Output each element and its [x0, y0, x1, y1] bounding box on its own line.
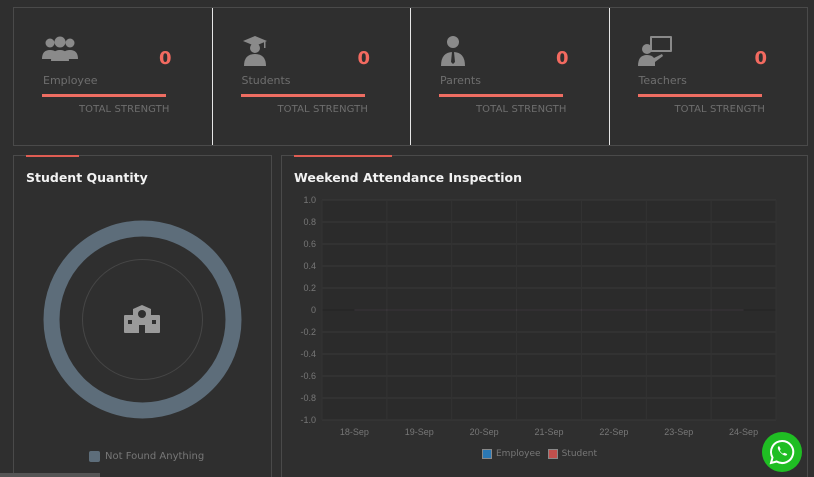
school-icon [124, 305, 160, 333]
stat-subtitle: TOTAL STRENGTH [674, 104, 765, 115]
y-tick-label: -0.4 [300, 349, 316, 359]
donut-legend[interactable]: Not Found Anything [89, 451, 204, 462]
stat-card-students[interactable]: 0 Students TOTAL STRENGTH [213, 8, 411, 145]
x-tick-label: 19-Sep [405, 427, 434, 437]
student-quantity-panel: Student Quantity Not Found Anything [13, 155, 272, 477]
stat-value: 0 [555, 48, 569, 69]
legend-item-student[interactable]: Student [547, 449, 598, 459]
panel-title: Student Quantity [26, 170, 148, 185]
x-tick-label: 22-Sep [599, 427, 628, 437]
users-icon [42, 35, 78, 67]
stat-subtitle: TOTAL STRENGTH [475, 104, 567, 115]
x-tick-label: 24-Sep [729, 427, 758, 437]
whatsapp-button[interactable] [762, 432, 802, 472]
stat-value: 0 [158, 48, 172, 69]
y-tick-label: 1.0 [303, 195, 316, 205]
y-tick-label: 0.4 [303, 261, 316, 271]
stat-label: Employee [43, 74, 98, 87]
y-tick-label: -1.0 [300, 415, 316, 425]
stat-label: Teachers [638, 74, 687, 87]
donut-chart [42, 219, 243, 420]
attendance-chart: 1.0 0.8 0.6 0.4 0.2 0 -0.2 -0.4 -0.6 -0.8 -1.0 18-S… [300, 195, 777, 437]
legend-item-employee[interactable]: Employee [482, 449, 541, 459]
stat-value: 0 [357, 48, 370, 69]
stat-subtitle: TOTAL STRENGTH [78, 104, 170, 115]
stat-card-teachers[interactable]: 0 Teachers TOTAL STRENGTH [610, 8, 808, 145]
scroll-strip [0, 473, 100, 477]
stat-subtitle: TOTAL STRENGTH [277, 104, 368, 115]
stat-bar [637, 94, 762, 97]
graduate-icon [241, 35, 277, 67]
whatsapp-icon [769, 439, 795, 465]
legend-label: Student [561, 449, 598, 459]
chart-legend: Employee Student [482, 449, 604, 459]
teacher-board-icon [637, 35, 674, 67]
y-tick-label: -0.6 [300, 371, 316, 381]
y-tick-label: 0.8 [303, 217, 316, 227]
y-tick-label: 0.2 [303, 283, 316, 293]
legend-label: Employee [496, 449, 541, 459]
x-tick-label: 21-Sep [534, 427, 563, 437]
stat-card-employee[interactable]: 0 Employee TOTAL STRENGTH [14, 8, 213, 145]
stats-row: 0 Employee TOTAL STRENGTH 0 Students TOT… [13, 7, 808, 146]
user-tie-icon [439, 35, 475, 67]
stat-label: Students [241, 74, 291, 87]
y-tick-label: 0.6 [303, 239, 316, 249]
legend-label: Not Found Anything [105, 451, 205, 462]
stat-card-parents[interactable]: 0 Parents TOTAL STRENGTH [411, 8, 610, 145]
x-tick-label: 18-Sep [340, 427, 369, 437]
stat-bar [42, 94, 166, 97]
y-tick-label: 0 [311, 305, 316, 315]
attendance-panel: Weekend Attendance Inspection 1.0 0.8 0.6 0… [281, 155, 808, 477]
stat-label: Parents [440, 74, 481, 87]
stat-bar [240, 94, 365, 97]
legend-swatch [89, 451, 100, 462]
y-tick-label: -0.8 [300, 393, 316, 403]
stat-bar [439, 94, 563, 97]
x-tick-label: 23-Sep [664, 427, 693, 437]
stat-value: 0 [754, 48, 767, 69]
x-tick-label: 20-Sep [470, 427, 499, 437]
legend-swatch [547, 449, 558, 459]
y-tick-label: -0.2 [300, 327, 316, 337]
legend-swatch [482, 449, 492, 459]
panel-accent [26, 155, 79, 157]
